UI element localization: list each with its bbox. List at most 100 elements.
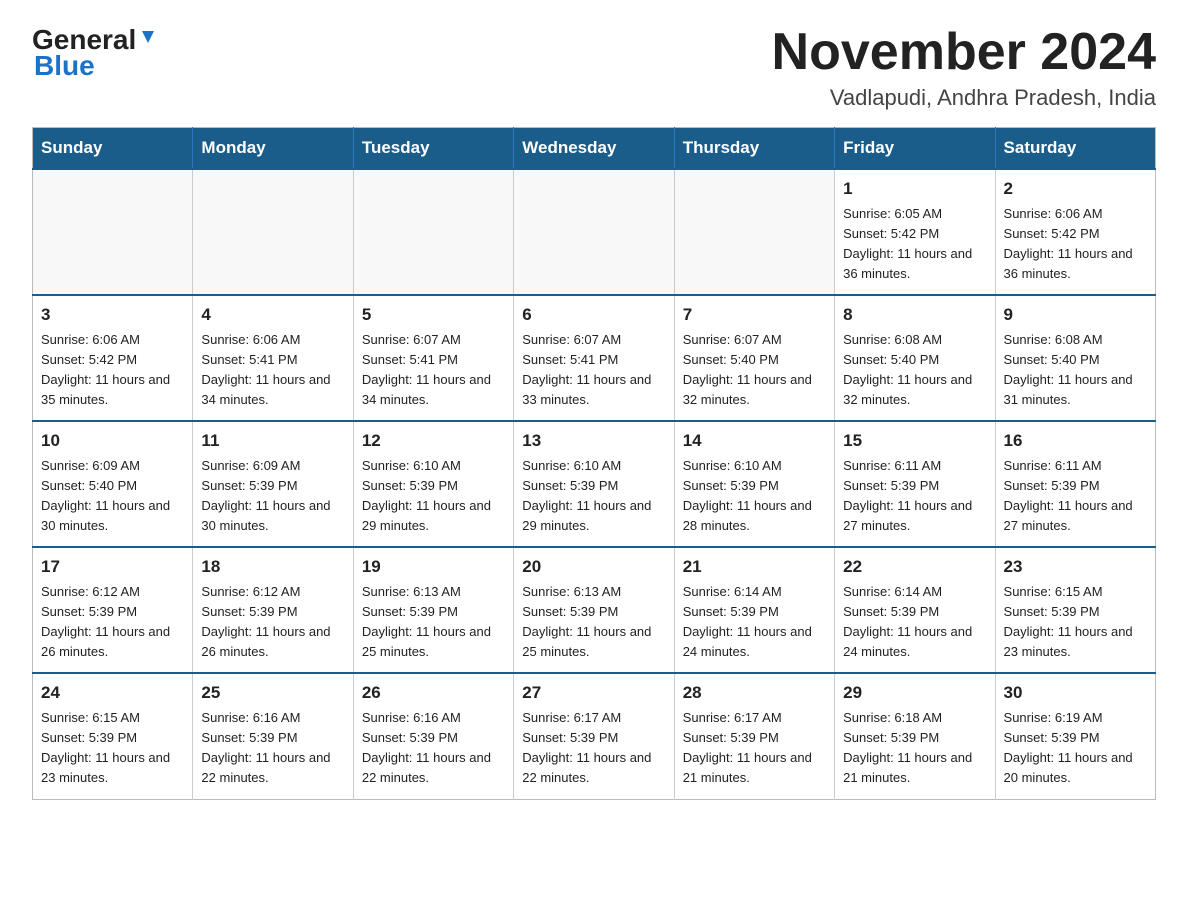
day-info: Sunrise: 6:11 AMSunset: 5:39 PMDaylight:… — [843, 456, 986, 537]
calendar-cell: 12Sunrise: 6:10 AMSunset: 5:39 PMDayligh… — [353, 421, 513, 547]
calendar-cell — [33, 169, 193, 295]
day-info: Sunrise: 6:15 AMSunset: 5:39 PMDaylight:… — [1004, 582, 1147, 663]
calendar-cell: 4Sunrise: 6:06 AMSunset: 5:41 PMDaylight… — [193, 295, 353, 421]
day-info: Sunrise: 6:18 AMSunset: 5:39 PMDaylight:… — [843, 708, 986, 789]
day-info: Sunrise: 6:11 AMSunset: 5:39 PMDaylight:… — [1004, 456, 1147, 537]
day-number: 20 — [522, 554, 665, 580]
day-number: 6 — [522, 302, 665, 328]
page-subtitle: Vadlapudi, Andhra Pradesh, India — [772, 85, 1156, 111]
calendar-cell: 6Sunrise: 6:07 AMSunset: 5:41 PMDaylight… — [514, 295, 674, 421]
day-info: Sunrise: 6:17 AMSunset: 5:39 PMDaylight:… — [522, 708, 665, 789]
calendar-cell: 3Sunrise: 6:06 AMSunset: 5:42 PMDaylight… — [33, 295, 193, 421]
day-number: 9 — [1004, 302, 1147, 328]
calendar-cell: 26Sunrise: 6:16 AMSunset: 5:39 PMDayligh… — [353, 673, 513, 799]
logo-blue: Blue — [34, 50, 95, 82]
day-info: Sunrise: 6:06 AMSunset: 5:41 PMDaylight:… — [201, 330, 344, 411]
day-number: 10 — [41, 428, 184, 454]
day-info: Sunrise: 6:09 AMSunset: 5:39 PMDaylight:… — [201, 456, 344, 537]
day-info: Sunrise: 6:12 AMSunset: 5:39 PMDaylight:… — [41, 582, 184, 663]
weekday-header-sunday: Sunday — [33, 128, 193, 170]
day-number: 14 — [683, 428, 826, 454]
day-info: Sunrise: 6:19 AMSunset: 5:39 PMDaylight:… — [1004, 708, 1147, 789]
calendar-week-row: 24Sunrise: 6:15 AMSunset: 5:39 PMDayligh… — [33, 673, 1156, 799]
calendar-cell — [674, 169, 834, 295]
day-info: Sunrise: 6:06 AMSunset: 5:42 PMDaylight:… — [1004, 204, 1147, 285]
weekday-header-wednesday: Wednesday — [514, 128, 674, 170]
day-number: 4 — [201, 302, 344, 328]
day-info: Sunrise: 6:13 AMSunset: 5:39 PMDaylight:… — [362, 582, 505, 663]
calendar-cell — [193, 169, 353, 295]
weekday-header-saturday: Saturday — [995, 128, 1155, 170]
title-area: November 2024 Vadlapudi, Andhra Pradesh,… — [772, 24, 1156, 111]
day-info: Sunrise: 6:16 AMSunset: 5:39 PMDaylight:… — [362, 708, 505, 789]
day-number: 28 — [683, 680, 826, 706]
calendar-cell: 7Sunrise: 6:07 AMSunset: 5:40 PMDaylight… — [674, 295, 834, 421]
day-number: 2 — [1004, 176, 1147, 202]
day-number: 17 — [41, 554, 184, 580]
weekday-header-friday: Friday — [835, 128, 995, 170]
day-number: 8 — [843, 302, 986, 328]
weekday-header-monday: Monday — [193, 128, 353, 170]
calendar-week-row: 3Sunrise: 6:06 AMSunset: 5:42 PMDaylight… — [33, 295, 1156, 421]
logo-triangle-icon — [138, 27, 158, 52]
calendar-cell: 11Sunrise: 6:09 AMSunset: 5:39 PMDayligh… — [193, 421, 353, 547]
day-info: Sunrise: 6:16 AMSunset: 5:39 PMDaylight:… — [201, 708, 344, 789]
day-number: 5 — [362, 302, 505, 328]
calendar-week-row: 17Sunrise: 6:12 AMSunset: 5:39 PMDayligh… — [33, 547, 1156, 673]
day-info: Sunrise: 6:07 AMSunset: 5:40 PMDaylight:… — [683, 330, 826, 411]
day-info: Sunrise: 6:15 AMSunset: 5:39 PMDaylight:… — [41, 708, 184, 789]
day-number: 25 — [201, 680, 344, 706]
day-info: Sunrise: 6:10 AMSunset: 5:39 PMDaylight:… — [683, 456, 826, 537]
day-number: 29 — [843, 680, 986, 706]
day-info: Sunrise: 6:05 AMSunset: 5:42 PMDaylight:… — [843, 204, 986, 285]
calendar-cell: 19Sunrise: 6:13 AMSunset: 5:39 PMDayligh… — [353, 547, 513, 673]
calendar-cell: 9Sunrise: 6:08 AMSunset: 5:40 PMDaylight… — [995, 295, 1155, 421]
calendar-cell: 2Sunrise: 6:06 AMSunset: 5:42 PMDaylight… — [995, 169, 1155, 295]
calendar-week-row: 10Sunrise: 6:09 AMSunset: 5:40 PMDayligh… — [33, 421, 1156, 547]
day-number: 1 — [843, 176, 986, 202]
calendar-cell: 18Sunrise: 6:12 AMSunset: 5:39 PMDayligh… — [193, 547, 353, 673]
day-info: Sunrise: 6:07 AMSunset: 5:41 PMDaylight:… — [522, 330, 665, 411]
weekday-header-tuesday: Tuesday — [353, 128, 513, 170]
day-info: Sunrise: 6:08 AMSunset: 5:40 PMDaylight:… — [1004, 330, 1147, 411]
page-title: November 2024 — [772, 24, 1156, 81]
calendar-cell: 27Sunrise: 6:17 AMSunset: 5:39 PMDayligh… — [514, 673, 674, 799]
day-number: 7 — [683, 302, 826, 328]
day-number: 18 — [201, 554, 344, 580]
day-number: 24 — [41, 680, 184, 706]
day-info: Sunrise: 6:13 AMSunset: 5:39 PMDaylight:… — [522, 582, 665, 663]
calendar-cell — [514, 169, 674, 295]
calendar-cell: 5Sunrise: 6:07 AMSunset: 5:41 PMDaylight… — [353, 295, 513, 421]
calendar-cell: 8Sunrise: 6:08 AMSunset: 5:40 PMDaylight… — [835, 295, 995, 421]
calendar-cell: 15Sunrise: 6:11 AMSunset: 5:39 PMDayligh… — [835, 421, 995, 547]
calendar-cell: 29Sunrise: 6:18 AMSunset: 5:39 PMDayligh… — [835, 673, 995, 799]
day-number: 16 — [1004, 428, 1147, 454]
page-header: General Blue November 2024 Vadlapudi, An… — [32, 24, 1156, 111]
calendar-cell: 16Sunrise: 6:11 AMSunset: 5:39 PMDayligh… — [995, 421, 1155, 547]
calendar-cell: 13Sunrise: 6:10 AMSunset: 5:39 PMDayligh… — [514, 421, 674, 547]
day-info: Sunrise: 6:06 AMSunset: 5:42 PMDaylight:… — [41, 330, 184, 411]
calendar-cell: 1Sunrise: 6:05 AMSunset: 5:42 PMDaylight… — [835, 169, 995, 295]
calendar-table: SundayMondayTuesdayWednesdayThursdayFrid… — [32, 127, 1156, 799]
day-number: 26 — [362, 680, 505, 706]
day-info: Sunrise: 6:10 AMSunset: 5:39 PMDaylight:… — [362, 456, 505, 537]
calendar-week-row: 1Sunrise: 6:05 AMSunset: 5:42 PMDaylight… — [33, 169, 1156, 295]
day-info: Sunrise: 6:17 AMSunset: 5:39 PMDaylight:… — [683, 708, 826, 789]
calendar-cell — [353, 169, 513, 295]
calendar-cell: 20Sunrise: 6:13 AMSunset: 5:39 PMDayligh… — [514, 547, 674, 673]
calendar-cell: 24Sunrise: 6:15 AMSunset: 5:39 PMDayligh… — [33, 673, 193, 799]
calendar-cell: 17Sunrise: 6:12 AMSunset: 5:39 PMDayligh… — [33, 547, 193, 673]
day-number: 27 — [522, 680, 665, 706]
day-number: 15 — [843, 428, 986, 454]
day-info: Sunrise: 6:14 AMSunset: 5:39 PMDaylight:… — [683, 582, 826, 663]
day-number: 23 — [1004, 554, 1147, 580]
day-info: Sunrise: 6:08 AMSunset: 5:40 PMDaylight:… — [843, 330, 986, 411]
day-number: 13 — [522, 428, 665, 454]
calendar-cell: 10Sunrise: 6:09 AMSunset: 5:40 PMDayligh… — [33, 421, 193, 547]
calendar-cell: 21Sunrise: 6:14 AMSunset: 5:39 PMDayligh… — [674, 547, 834, 673]
day-number: 21 — [683, 554, 826, 580]
weekday-header-thursday: Thursday — [674, 128, 834, 170]
day-number: 3 — [41, 302, 184, 328]
day-info: Sunrise: 6:12 AMSunset: 5:39 PMDaylight:… — [201, 582, 344, 663]
calendar-cell: 28Sunrise: 6:17 AMSunset: 5:39 PMDayligh… — [674, 673, 834, 799]
